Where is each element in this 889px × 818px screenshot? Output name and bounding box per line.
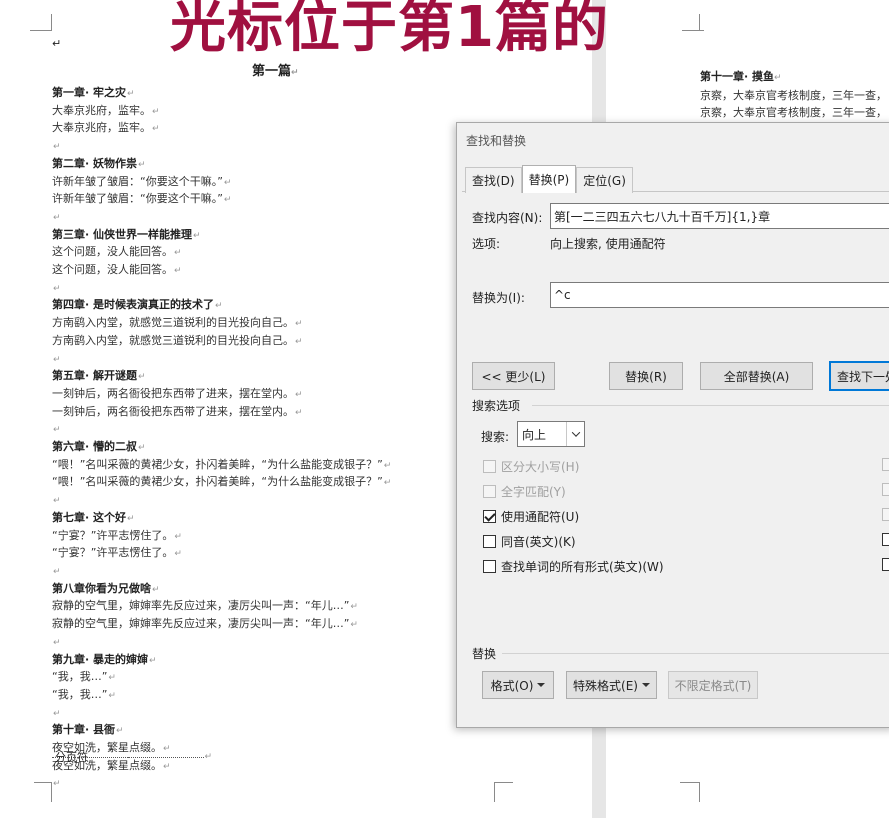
empty-paragraph[interactable]: ↵ (52, 138, 391, 156)
no-format-button: 不限定格式(T) (668, 671, 758, 699)
chapter-line[interactable]: 一刻钟后，两名衙役把东西带了进来，摆在堂内。↵ (52, 386, 391, 404)
options-value: 向上搜索, 使用通配符 (550, 237, 666, 251)
less-button[interactable]: << 更少(L) (472, 362, 555, 390)
chapter-line[interactable]: “喂！”名叫采薇的黄裙少女，扑闪着美眸，“为什么盐能变成银子？”↵ (52, 457, 391, 475)
chapter-title[interactable]: 第六章· 懵的二叔↵ (52, 439, 391, 457)
chapter-line[interactable]: 这个问题，没人能回答。↵ (52, 262, 391, 280)
chapter-line[interactable]: “我，我…”↵ (52, 669, 391, 687)
chapter-line[interactable]: 大奉京兆府，监牢。↵ (52, 103, 391, 121)
group-divider (532, 405, 889, 406)
checkbox-icon (483, 460, 496, 473)
empty-paragraph[interactable]: ↵ (52, 775, 391, 793)
chapter-title[interactable]: 第八章你看为兄做啥↵ (52, 581, 391, 599)
tab-bar: 查找(D) 替换(P) 定位(G) (465, 165, 633, 193)
chapter-title[interactable]: 第三章· 仙侠世界一样能推理↵ (52, 227, 391, 245)
search-options-title: 搜索选项 (472, 399, 521, 413)
chapter-line[interactable]: 方南鹞入内堂，就感觉三道锐利的目光投向自己。↵ (52, 315, 391, 333)
option-checkbox: 全字匹配(Y) (483, 483, 566, 500)
crop-mark (34, 782, 51, 783)
crop-mark (699, 14, 700, 31)
chapter-line[interactable]: “宁宴？”许平志愣住了。↵ (52, 545, 391, 563)
chapter-title[interactable]: 第四章· 是时候表演真正的技术了↵ (52, 297, 391, 315)
crop-mark (494, 782, 495, 802)
chapter-title[interactable]: 第九章· 暴走的婶婶↵ (52, 652, 391, 670)
chapter-line[interactable]: “喂！”名叫采薇的黄裙少女，扑闪着美眸，“为什么盐能变成银子？”↵ (52, 474, 391, 492)
crop-mark (680, 782, 699, 783)
caret-down-icon (537, 683, 546, 687)
find-next-button[interactable]: 查找下一处(F) (829, 361, 889, 391)
chapter-list[interactable]: 第一章· 牢之灾↵ 大奉京兆府，监牢。↵ 大奉京兆府，监牢。↵ ↵ 第二章· 妖物作祟↵… (52, 85, 391, 793)
option-checkbox: 区分大小写(H) (483, 458, 579, 475)
right-checkbox[interactable] (882, 558, 889, 571)
search-direction-label: 搜索: (481, 430, 510, 444)
chapter-title[interactable]: 第七章· 这个好↵ (52, 510, 391, 528)
empty-paragraph[interactable]: ↵ (52, 563, 391, 581)
chapter-line[interactable]: 方南鹞入内堂，就感觉三道锐利的目光投向自己。↵ (52, 333, 391, 351)
crop-mark (51, 14, 52, 31)
checkbox-icon (483, 485, 496, 498)
part-title[interactable]: 第一篇↵ (252, 60, 299, 79)
chapter-line[interactable]: 大奉京兆府，监牢。↵ (52, 120, 391, 138)
chapter-title[interactable]: 第一章· 牢之灾↵ (52, 85, 391, 103)
chapter-line[interactable]: 这个问题，没人能回答。↵ (52, 244, 391, 262)
paragraph-mark: ↵ (52, 37, 62, 50)
chevron-down-icon[interactable] (566, 422, 584, 446)
tab-find[interactable]: 查找(D) (465, 167, 522, 193)
caret-down-icon (641, 683, 650, 687)
dialog-title: 查找和替换 (466, 134, 527, 148)
special-format-button[interactable]: 特殊格式(E) (566, 671, 657, 699)
checkbox-icon[interactable] (483, 510, 496, 523)
chapter-line[interactable]: 寂静的空气里，婶婶率先反应过来，凄厉尖叫一声：“年儿…”↵ (52, 598, 391, 616)
empty-paragraph[interactable]: ↵ (52, 492, 391, 510)
empty-paragraph[interactable]: ↵ (52, 705, 391, 723)
group-divider (502, 653, 889, 654)
option-checkbox[interactable]: 使用通配符(U) (483, 508, 579, 525)
right-page-text[interactable]: 第十一章· 摸鱼↵ 京察，大奉京官考核制度，三年一查， 京察，大奉京官考核制度，… (700, 68, 887, 121)
replace-input[interactable]: ^c (550, 282, 889, 308)
chapter-line[interactable]: “宁宴？”许平志愣住了。↵ (52, 528, 391, 546)
find-input[interactable]: 第[一二三四五六七八九十百千万]{1,}章 (550, 203, 889, 229)
replace-button[interactable]: 替换(R) (609, 362, 683, 390)
chapter-line[interactable]: 寂静的空气里，婶婶率先反应过来，凄厉尖叫一声：“年儿…”↵ (52, 616, 391, 634)
crop-mark (494, 782, 513, 783)
right-checkbox[interactable] (882, 533, 889, 546)
replace-all-button[interactable]: 全部替换(A) (700, 362, 813, 390)
empty-paragraph[interactable]: ↵ (52, 351, 391, 369)
page-break: 分页符 ↵ (52, 751, 212, 764)
chapter-title[interactable]: 第十章· 县衙↵ (52, 722, 391, 740)
right-checkbox (882, 458, 889, 471)
find-replace-dialog: 查找和替换 查找(D) 替换(P) 定位(G) 查找内容(N): 第[一二三四五… (456, 122, 889, 728)
crop-mark (699, 782, 700, 802)
empty-paragraph[interactable]: ↵ (52, 209, 391, 227)
empty-paragraph[interactable]: ↵ (52, 634, 391, 652)
chapter-line[interactable]: 一刻钟后，两名衙役把东西带了进来，摆在堂内。↵ (52, 404, 391, 422)
checkbox-icon[interactable] (483, 535, 496, 548)
chapter-line[interactable]: “我，我…”↵ (52, 687, 391, 705)
options-label: 选项: (472, 237, 501, 251)
chapter-line[interactable]: 许新年皱了皱眉：“你要这个干嘛。”↵ (52, 191, 391, 209)
crop-mark (682, 30, 704, 31)
right-checkbox (882, 508, 889, 521)
chapter-title[interactable]: 第五章· 解开谜题↵ (52, 368, 391, 386)
format-button[interactable]: 格式(O) (482, 671, 554, 699)
tab-goto[interactable]: 定位(G) (576, 167, 633, 193)
chapter-line[interactable]: 许新年皱了皱眉：“你要这个干嘛。”↵ (52, 174, 391, 192)
empty-paragraph[interactable]: ↵ (52, 280, 391, 298)
tab-replace[interactable]: 替换(P) (521, 165, 577, 193)
find-label: 查找内容(N): (472, 211, 543, 225)
replace-section-title: 替换 (472, 647, 497, 661)
option-checkbox[interactable]: 同音(英文)(K) (483, 533, 576, 550)
option-checkbox[interactable]: 查找单词的所有形式(英文)(W) (483, 558, 664, 575)
search-direction-select[interactable]: 向上 (517, 421, 585, 447)
right-checkbox (882, 483, 889, 496)
checkbox-icon[interactable] (483, 560, 496, 573)
replace-label: 替换为(I): (472, 291, 525, 305)
empty-paragraph[interactable]: ↵ (52, 421, 391, 439)
crop-mark (30, 30, 52, 31)
chapter-title[interactable]: 第二章· 妖物作祟↵ (52, 156, 391, 174)
